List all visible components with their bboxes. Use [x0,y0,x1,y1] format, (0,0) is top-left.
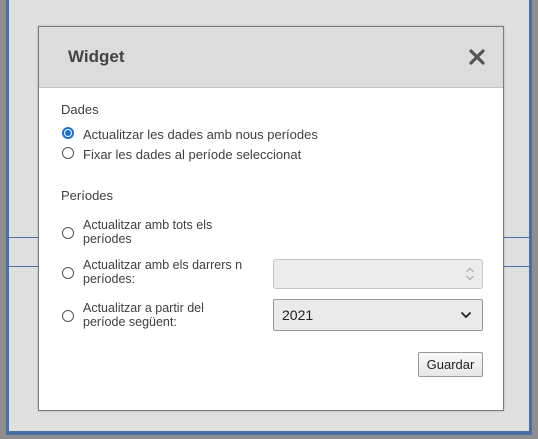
spinner-arrows-icon[interactable] [465,266,475,282]
select-value: 2021 [282,307,314,323]
widget-dialog: Widget Dades Actualitzar les dades amb n… [38,26,504,411]
radio-button[interactable] [62,147,74,159]
last-n-periods-input[interactable] [273,259,483,289]
radio-fix-selected-period[interactable]: Fixar les dades al període seleccionat [62,147,301,162]
radio-last-n-periods[interactable]: Actualitzar amb els darrers n períodes: [62,258,242,286]
dades-section-label: Dades [61,102,99,117]
dialog-title: Widget [68,47,125,66]
radio-label: Actualitzar amb els darrers n períodes: [83,258,243,286]
periodes-section-label: Períodes [61,188,114,203]
radio-button[interactable] [62,227,74,239]
radio-button[interactable] [62,310,74,322]
radio-update-new-periods[interactable]: Actualitzar les dades amb nous períodes [62,127,318,142]
close-x-icon [469,49,485,65]
save-button[interactable]: Guardar [418,352,483,377]
dialog-header: Widget [39,27,503,88]
radio-button[interactable] [62,127,74,139]
start-period-select[interactable]: 2021 [273,299,483,331]
background-bottom-border [9,431,529,435]
radio-label: Actualitzar a partir del període següent… [83,301,204,329]
close-button[interactable] [463,43,491,71]
radio-label: Fixar les dades al període seleccionat [83,147,302,162]
radio-label: Actualitzar les dades amb nous períodes [83,127,318,142]
radio-from-next-period[interactable]: Actualitzar a partir del període següent… [62,301,204,329]
radio-all-periods[interactable]: Actualitzar amb tots els períodes [62,218,212,246]
radio-label: Actualitzar amb tots els períodes [83,218,213,246]
chevron-down-icon [460,311,472,319]
radio-button[interactable] [62,267,74,279]
